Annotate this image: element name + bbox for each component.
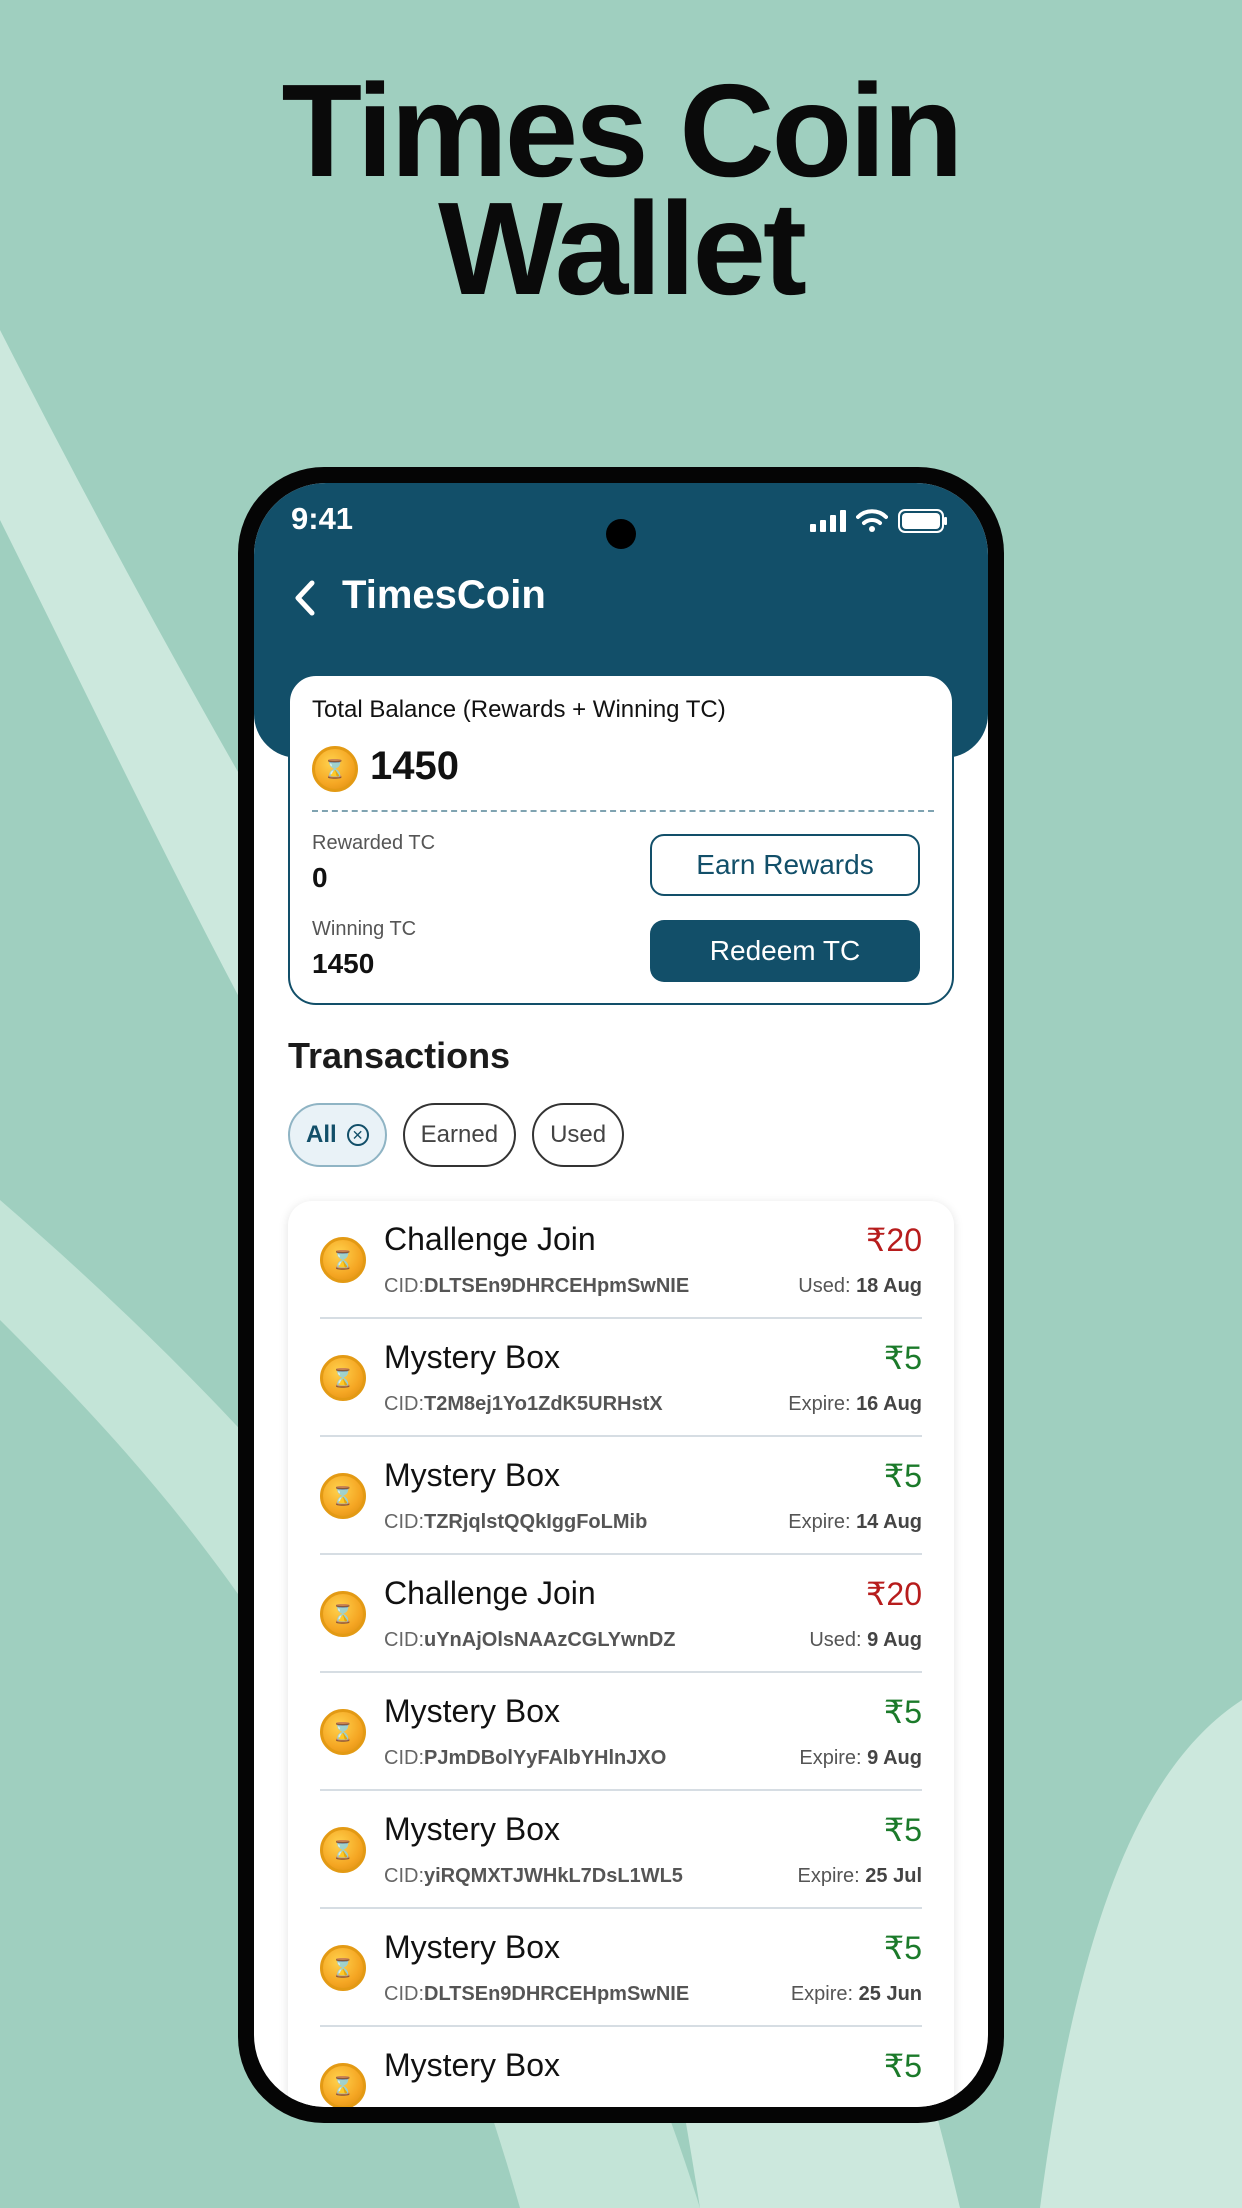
transaction-date: Used: 9 Aug — [809, 1629, 922, 1651]
coin-icon — [320, 1591, 366, 1637]
total-balance-label: Total Balance (Rewards + Winning TC) — [312, 696, 726, 723]
rewarded-tc-value: 0 — [312, 862, 328, 893]
transaction-amount: ₹5 — [883, 1458, 922, 1494]
transaction-amount: ₹20 — [866, 1576, 922, 1612]
transaction-amount: ₹20 — [866, 1222, 922, 1258]
rewarded-tc-label: Rewarded TC — [312, 832, 436, 854]
coin-icon — [320, 1355, 366, 1401]
promo-headline: Times Coin Wallet — [0, 57, 1242, 322]
transaction-row[interactable]: Mystery Box CID:PJmDBolYyFAlbYHlnJXO ₹5 … — [320, 1673, 922, 1791]
earn-rewards-button[interactable]: Earn Rewards — [650, 834, 920, 896]
transaction-amount: ₹5 — [883, 1812, 922, 1848]
page-title: TimesCoin — [342, 573, 546, 617]
transaction-amount: ₹5 — [883, 1340, 922, 1376]
transaction-title: Mystery Box — [384, 1811, 561, 1847]
filter-chip-earned[interactable]: Earned — [402, 1103, 517, 1167]
transaction-cid: CID:uYnAjOlsNAAzCGLYwnDZ — [384, 1629, 676, 1651]
transaction-row[interactable]: Mystery Box ₹5 — [320, 2027, 922, 2107]
transaction-date: Expire: 25 Jun — [790, 1983, 922, 2005]
transaction-title: Mystery Box — [384, 2047, 561, 2083]
transaction-date: Used: 18 Aug — [798, 1275, 922, 1297]
coin-icon — [320, 1709, 366, 1755]
transaction-amount: ₹5 — [883, 1930, 922, 1966]
transaction-row[interactable]: Mystery Box CID:T2M8ej1Yo1ZdK5URHstX ₹5 … — [320, 1319, 922, 1437]
transaction-date: Expire: 16 Aug — [788, 1393, 922, 1415]
balance-card: Total Balance (Rewards + Winning TC) 145… — [288, 674, 954, 1005]
coin-icon — [320, 1473, 366, 1519]
status-icons — [810, 509, 948, 533]
transaction-amount: ₹5 — [883, 2048, 922, 2084]
transaction-row[interactable]: Mystery Box CID:yiRQMXTJWHkL7DsL1WL5 ₹5 … — [320, 1791, 922, 1909]
redeem-tc-button[interactable]: Redeem TC — [650, 920, 920, 982]
transaction-row[interactable]: Mystery Box CID:DLTSEn9DHRCEHpmSwNIE ₹5 … — [320, 1909, 922, 2027]
clear-filter-icon[interactable]: ✕ — [346, 1124, 369, 1146]
winning-tc-value: 1450 — [312, 948, 375, 979]
coin-icon — [320, 1827, 366, 1873]
coin-icon — [312, 746, 358, 792]
transaction-cid: CID:T2M8ej1Yo1ZdK5URHstX — [384, 1393, 663, 1415]
status-time: 9:41 — [291, 501, 354, 536]
filter-chip-used[interactable]: Used — [532, 1103, 625, 1167]
transaction-cid: CID:DLTSEn9DHRCEHpmSwNIE — [384, 1983, 690, 2005]
coin-icon — [320, 1945, 366, 1991]
signal-icon — [810, 510, 846, 532]
coin-icon — [320, 2063, 366, 2107]
transaction-amount: ₹5 — [883, 1694, 922, 1730]
transaction-cid: CID:DLTSEn9DHRCEHpmSwNIE — [384, 1275, 690, 1297]
winning-tc-label: Winning TC — [312, 918, 417, 940]
headline-line-1: Times Coin — [281, 57, 963, 204]
transaction-title: Challenge Join — [384, 1575, 596, 1611]
filter-chip-all[interactable]: All ✕ — [288, 1103, 387, 1167]
transaction-date: Expire: 14 Aug — [788, 1511, 922, 1533]
transaction-cid: CID:yiRQMXTJWHkL7DsL1WL5 — [384, 1865, 683, 1887]
transaction-title: Mystery Box — [384, 1457, 561, 1493]
battery-icon — [898, 509, 947, 533]
transactions-title: Transactions — [288, 1035, 511, 1076]
transaction-row[interactable]: Challenge Join CID:uYnAjOlsNAAzCGLYwnDZ … — [320, 1555, 922, 1673]
transaction-cid: CID:PJmDBolYyFAlbYHlnJXO — [384, 1747, 667, 1769]
coin-icon — [320, 1237, 366, 1283]
phone-frame: 9:41 TimesCoin Total Balance (Rewards + … — [238, 467, 1004, 2123]
dashed-divider — [312, 810, 934, 812]
transaction-title: Mystery Box — [384, 1693, 561, 1729]
transaction-date: Expire: 25 Jul — [797, 1865, 922, 1887]
transaction-title: Mystery Box — [384, 1339, 561, 1375]
back-arrow-icon[interactable] — [290, 573, 320, 623]
total-balance-value: 1450 — [370, 744, 459, 788]
filter-chip-all-label: All — [306, 1121, 337, 1148]
filter-chips: All ✕ Earned Used — [288, 1103, 625, 1167]
transaction-title: Mystery Box — [384, 1929, 561, 1965]
transaction-row[interactable]: Challenge Join CID:DLTSEn9DHRCEHpmSwNIE … — [320, 1201, 922, 1319]
wifi-icon — [856, 509, 888, 532]
transaction-cid: CID:TZRjqlstQQkIggFoLMib — [384, 1511, 648, 1533]
transactions-list: Challenge Join CID:DLTSEn9DHRCEHpmSwNIE … — [288, 1201, 954, 2107]
transaction-row[interactable]: Mystery Box CID:TZRjqlstQQkIggFoLMib ₹5 … — [320, 1437, 922, 1555]
camera-cutout — [606, 519, 636, 549]
phone-screen: 9:41 TimesCoin Total Balance (Rewards + … — [254, 483, 988, 2107]
transaction-date: Expire: 9 Aug — [799, 1747, 922, 1769]
headline-line-2: Wallet — [438, 175, 807, 322]
transaction-title: Challenge Join — [384, 1221, 596, 1257]
